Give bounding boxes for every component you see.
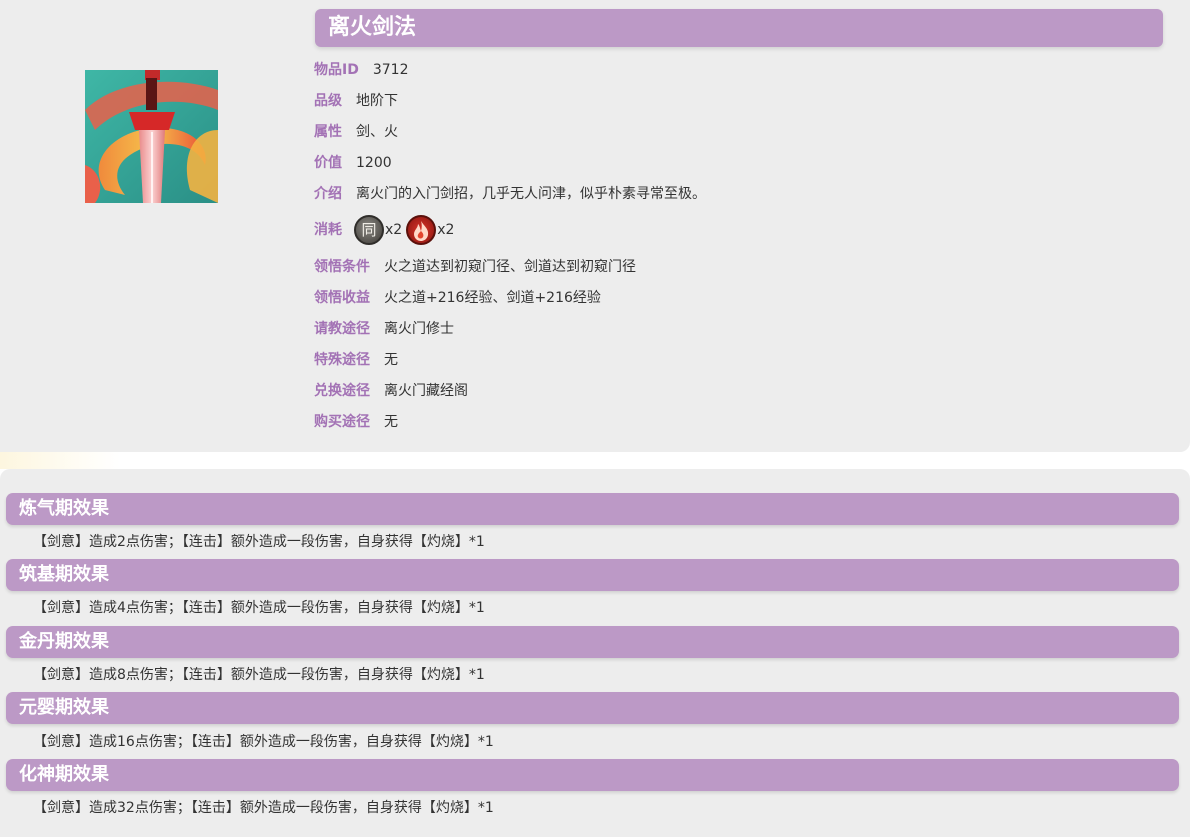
effect-title: 筑基期效果 xyxy=(19,564,109,585)
field-label: 品级 xyxy=(314,93,342,109)
effect-title: 金丹期效果 xyxy=(19,631,109,652)
field-value: 火之道+216经验、剑道+216经验 xyxy=(384,290,601,306)
consume-qty: x2 xyxy=(437,222,455,238)
field-label: 领悟收益 xyxy=(314,290,370,306)
effect-title: 化神期效果 xyxy=(19,764,109,785)
field-consult-route: 请教途径 离火门修士 xyxy=(314,317,454,341)
field-value: 剑、火 xyxy=(356,124,398,140)
field-value: 离火门藏经阁 xyxy=(384,383,468,399)
sword-art-icon xyxy=(85,70,218,203)
field-label: 价值 xyxy=(314,155,342,171)
field-comprehend-gain: 领悟收益 火之道+216经验、剑道+216经验 xyxy=(314,286,601,310)
item-title-bar: 离火剑法 xyxy=(315,9,1163,47)
fire-orb-icon[interactable] xyxy=(406,215,437,245)
item-title: 离火剑法 xyxy=(328,15,417,40)
effect-header-golden-core: 金丹期效果 xyxy=(6,626,1179,658)
field-value: 无 xyxy=(384,352,398,368)
field-item-id: 物品ID 3712 xyxy=(314,58,408,82)
field-value: 离火门的入门剑招，几乎无人问津，似乎朴素寻常至极。 xyxy=(356,186,706,202)
field-exchange-route: 兑换途径 离火门藏经阁 xyxy=(314,379,468,403)
field-label: 购买途径 xyxy=(314,414,370,430)
effect-title: 元婴期效果 xyxy=(19,697,109,718)
field-value: 离火门修士 xyxy=(384,321,454,337)
field-value: 无 xyxy=(384,414,398,430)
effect-desc: 【剑意】造成8点伤害；【连击】额外造成一段伤害，自身获得【灼烧】*1 xyxy=(33,667,485,683)
effect-header-qi-refining: 炼气期效果 xyxy=(6,493,1179,525)
effect-title: 炼气期效果 xyxy=(19,498,109,519)
field-grade: 品级 地阶下 xyxy=(314,89,398,113)
field-label: 特殊途径 xyxy=(314,352,370,368)
tong-coin-icon[interactable]: 同 xyxy=(354,215,384,245)
effect-header-foundation: 筑基期效果 xyxy=(6,559,1179,591)
field-label: 请教途径 xyxy=(314,321,370,337)
panel-divider-glow xyxy=(0,452,120,469)
field-label: 介绍 xyxy=(314,186,342,202)
field-comprehend-condition: 领悟条件 火之道达到初窥门径、剑道达到初窥门径 xyxy=(314,255,636,279)
item-artwork xyxy=(85,70,218,203)
effect-desc: 【剑意】造成2点伤害；【连击】额外造成一段伤害，自身获得【灼烧】*1 xyxy=(33,534,485,550)
field-value: 1200 xyxy=(356,155,392,171)
field-label: 物品ID xyxy=(314,62,359,78)
effect-header-nascent-soul: 元婴期效果 xyxy=(6,692,1179,724)
field-purchase-route: 购买途径无 xyxy=(314,410,398,434)
field-value: 地阶下 xyxy=(356,93,398,109)
field-attribute: 属性 剑、火 xyxy=(314,120,398,144)
field-label: 兑换途径 xyxy=(314,383,370,399)
effect-desc: 【剑意】造成16点伤害；【连击】额外造成一段伤害，自身获得【灼烧】*1 xyxy=(33,734,494,750)
field-special-route: 特殊途径无 xyxy=(314,348,398,372)
item-info-panel xyxy=(0,0,1190,452)
field-intro: 介绍 离火门的入门剑招，几乎无人问津，似乎朴素寻常至极。 xyxy=(314,182,706,206)
field-value-price: 价值 1200 xyxy=(314,151,392,175)
consume-qty: x2 xyxy=(385,222,403,238)
effect-desc: 【剑意】造成32点伤害；【连击】额外造成一段伤害，自身获得【灼烧】*1 xyxy=(33,800,494,816)
effect-desc: 【剑意】造成4点伤害；【连击】额外造成一段伤害，自身获得【灼烧】*1 xyxy=(33,600,485,616)
field-value: 3712 xyxy=(372,62,409,78)
field-label: 属性 xyxy=(314,124,342,140)
field-label: 领悟条件 xyxy=(314,259,370,275)
field-value: 火之道达到初窥门径、剑道达到初窥门径 xyxy=(384,259,636,275)
field-consume: 消耗同 x2 x2 xyxy=(314,214,458,246)
effect-header-deity: 化神期效果 xyxy=(6,759,1179,791)
consume-label: 消耗 xyxy=(314,222,342,238)
